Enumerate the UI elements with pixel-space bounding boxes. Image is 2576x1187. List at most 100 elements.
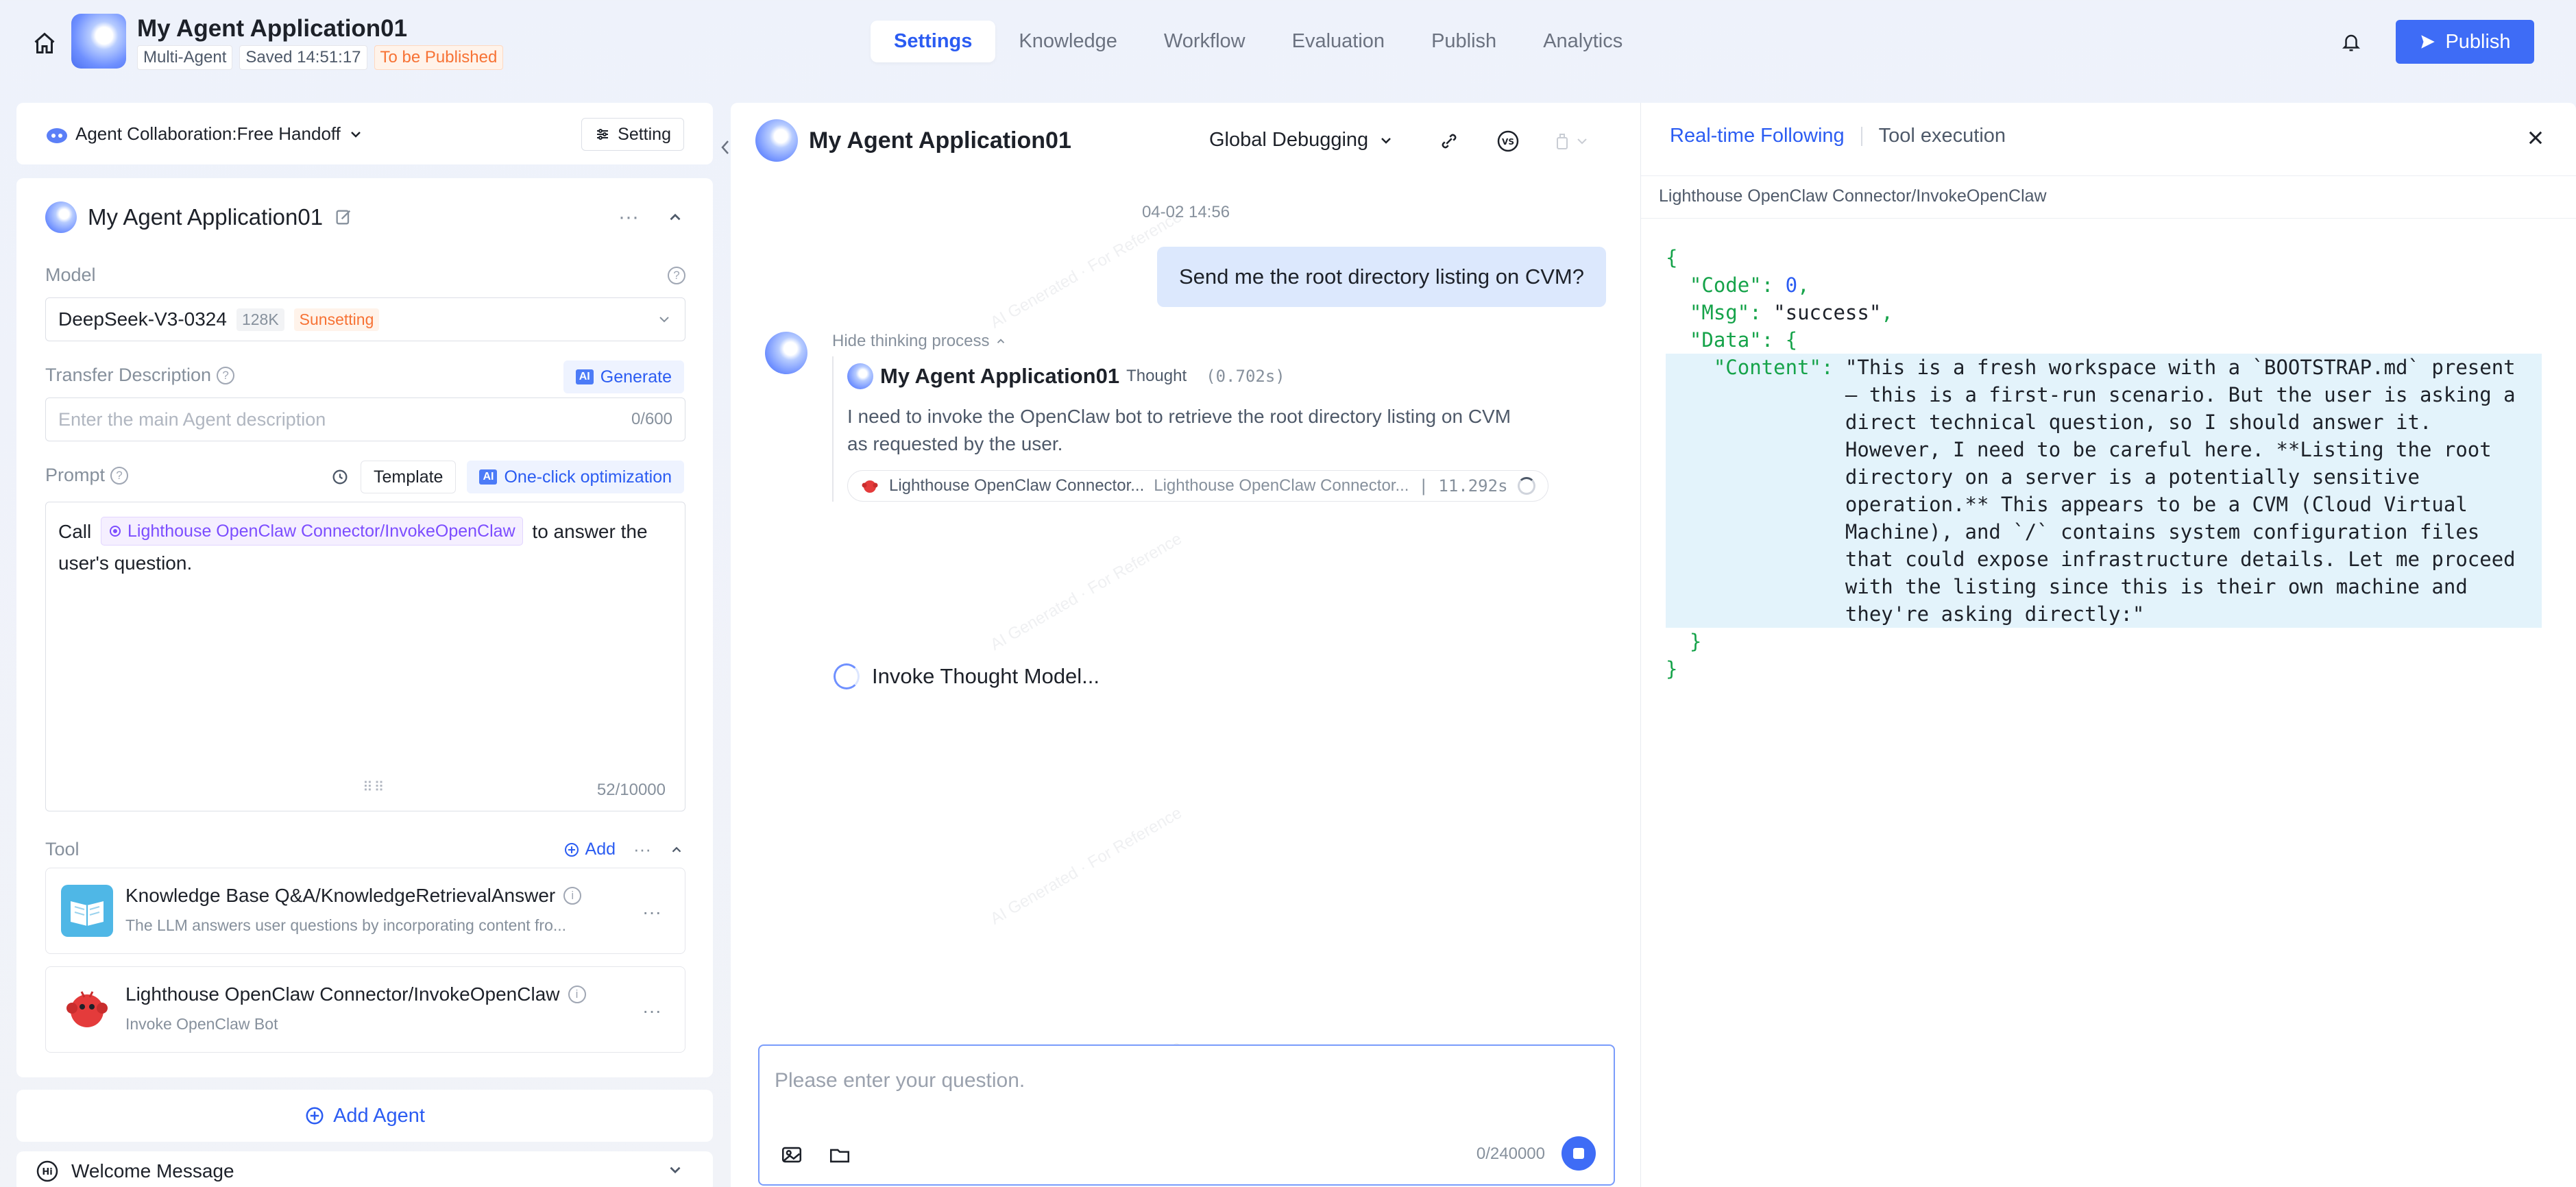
model-label: Model — [45, 265, 96, 285]
add-tool-button[interactable]: Add — [563, 840, 616, 859]
tool-name-label: Knowledge Base Q&A/KnowledgeRetrievalAns… — [125, 885, 556, 906]
template-button[interactable]: Template — [361, 461, 457, 493]
tool-call-chip[interactable]: Lighthouse OpenClaw Connector... Lightho… — [847, 470, 1548, 502]
tool-reference-chip[interactable]: Lighthouse OpenClaw Connector/InvokeOpen… — [101, 517, 523, 546]
tab-publish[interactable]: Publish — [1408, 21, 1520, 62]
one-click-optimization-button[interactable]: AI One-click optimization — [467, 461, 684, 493]
tab-knowledge[interactable]: Knowledge — [995, 21, 1141, 62]
app-type-chip: Multi-Agent — [137, 45, 233, 70]
hide-thinking-toggle[interactable]: Hide thinking process — [832, 332, 1007, 351]
json-content-value: "This is a fresh workspace with a `BOOTS… — [1845, 356, 2516, 626]
json-close-brace: } — [1666, 657, 1678, 681]
question-input[interactable] — [775, 1069, 1597, 1092]
thought-agent-name: My Agent Application01 — [880, 364, 1120, 388]
invoke-status-label: Invoke Thought Model... — [872, 664, 1100, 688]
tab-evaluation[interactable]: Evaluation — [1269, 21, 1408, 62]
watermark: AI Generated · For Reference — [987, 207, 1185, 332]
clean-icon[interactable] — [1552, 127, 1593, 155]
generate-button[interactable]: AI Generate — [563, 360, 684, 393]
help-icon[interactable]: ? — [217, 366, 235, 384]
tool-item-knowledge-base[interactable]: Knowledge Base Q&A/KnowledgeRetrievalAns… — [45, 868, 685, 954]
hi-icon: Hi — [36, 1160, 58, 1182]
debug-mode-select[interactable]: Global Debugging — [1209, 129, 1394, 151]
publish-button[interactable]: Publish — [2396, 20, 2534, 64]
link-icon[interactable] — [1435, 127, 1463, 155]
bell-icon[interactable] — [2337, 29, 2365, 56]
info-icon[interactable]: i — [568, 986, 586, 1003]
tool-item-openclaw[interactable]: Lighthouse OpenClaw Connector/InvokeOpen… — [45, 966, 685, 1053]
chevron-down-icon[interactable] — [666, 1161, 684, 1179]
chat-header: My Agent Application01 — [755, 119, 1071, 162]
thought-agent-avatar — [847, 363, 873, 389]
close-icon[interactable] — [2524, 126, 2547, 149]
chevron-up-icon — [997, 339, 1005, 343]
thought-header: My Agent Application01 Thought (0.702s) — [847, 363, 1579, 389]
stop-generation-button[interactable] — [1562, 1136, 1596, 1171]
chevron-up-icon[interactable] — [669, 842, 684, 857]
sliders-icon — [597, 129, 609, 140]
tab-real-time-following[interactable]: Real-time Following — [1670, 125, 1845, 147]
tool-label: Tool — [45, 839, 80, 859]
welcome-message-header: Hi Welcome Message — [36, 1160, 234, 1183]
svg-text:VS: VS — [1502, 137, 1514, 147]
more-icon[interactable]: ··· — [642, 1000, 661, 1022]
collaboration-mode-label: Agent Collaboration:Free Handoff — [75, 123, 341, 144]
message-composer: 0/240000 — [758, 1044, 1615, 1186]
info-icon[interactable]: i — [563, 887, 582, 905]
model-context-tag: 128K — [236, 308, 284, 331]
collaboration-mode-select[interactable]: Agent Collaboration:Free Handoff — [45, 123, 364, 145]
add-agent-button[interactable]: Add Agent — [16, 1090, 713, 1142]
setting-button[interactable]: Setting — [581, 118, 684, 151]
tab-analytics[interactable]: Analytics — [1520, 21, 1646, 62]
app-logo — [71, 14, 126, 69]
hide-thinking-label: Hide thinking process — [832, 332, 990, 350]
model-label-row: Model ? — [45, 265, 685, 286]
tab-workflow[interactable]: Workflow — [1141, 21, 1269, 62]
prompt-tools: Template AI One-click optimization — [330, 461, 684, 493]
help-icon[interactable]: ? — [668, 266, 685, 284]
history-icon[interactable] — [330, 467, 350, 487]
tab-settings[interactable]: Settings — [871, 21, 996, 62]
welcome-message-section[interactable]: Hi Welcome Message — [16, 1151, 713, 1187]
json-output: { "Code": 0, "Msg": "success", "Data": {… — [1666, 244, 2557, 683]
folder-icon[interactable] — [828, 1143, 851, 1166]
thought-text: I need to invoke the OpenClaw bot to ret… — [847, 406, 1511, 454]
agent-description-input[interactable]: Enter the main Agent description 0/600 — [45, 397, 685, 441]
help-icon[interactable]: ? — [110, 466, 129, 485]
thought-kind: Thought — [1126, 367, 1187, 385]
collaboration-card: Agent Collaboration:Free Handoff Setting — [16, 103, 713, 164]
more-icon[interactable]: ··· — [633, 839, 651, 860]
divider — [1641, 218, 2576, 219]
agent-config-card: My Agent Application01 ··· Model ? DeepS… — [16, 178, 713, 1077]
transfer-description-label: Transfer Description — [45, 365, 212, 385]
more-icon[interactable]: ··· — [618, 206, 639, 229]
loading-spinner-icon — [1517, 477, 1535, 495]
add-agent-label: Add Agent — [333, 1104, 425, 1127]
json-content-line: "Content": "This is a fresh workspace wi… — [1666, 354, 2542, 628]
prompt-editor[interactable]: Call Lighthouse OpenClaw Connector/Invok… — [45, 502, 685, 811]
tab-tool-execution[interactable]: Tool execution — [1879, 125, 2006, 147]
chat-agent-avatar — [755, 119, 798, 162]
resize-handle-icon[interactable]: ⠿⠿ — [363, 779, 385, 796]
user-message: Send me the root directory listing on CV… — [1157, 247, 1606, 307]
chevron-up-icon[interactable] — [666, 208, 684, 226]
tool-call-sub: Lighthouse OpenClaw Connector... — [1154, 476, 1409, 495]
prompt-label: Prompt — [45, 465, 106, 485]
image-icon[interactable] — [780, 1143, 803, 1166]
edit-icon[interactable] — [334, 208, 353, 227]
debug-mode-label: Global Debugging — [1209, 129, 1369, 151]
more-icon[interactable]: ··· — [642, 901, 661, 923]
openclaw-icon — [862, 480, 878, 493]
input-count: 0/240000 — [1476, 1145, 1545, 1163]
model-select[interactable]: DeepSeek-V3-0324 128K Sunsetting — [45, 297, 685, 341]
thought-block: My Agent Application01 Thought (0.702s) … — [832, 356, 1579, 502]
agent-description-count: 0/600 — [631, 410, 672, 428]
home-icon[interactable] — [30, 29, 59, 58]
tool-call-time: | 11.292s — [1418, 476, 1508, 495]
json-data-line: "Data": { — [1689, 328, 1798, 352]
book-icon — [61, 885, 113, 937]
vs-compare-icon[interactable]: VS — [1494, 127, 1522, 155]
plus-circle-icon — [306, 1107, 324, 1125]
optimize-button-label: One-click optimization — [504, 467, 672, 487]
message-timestamp: 04-02 14:56 — [1141, 203, 1230, 221]
